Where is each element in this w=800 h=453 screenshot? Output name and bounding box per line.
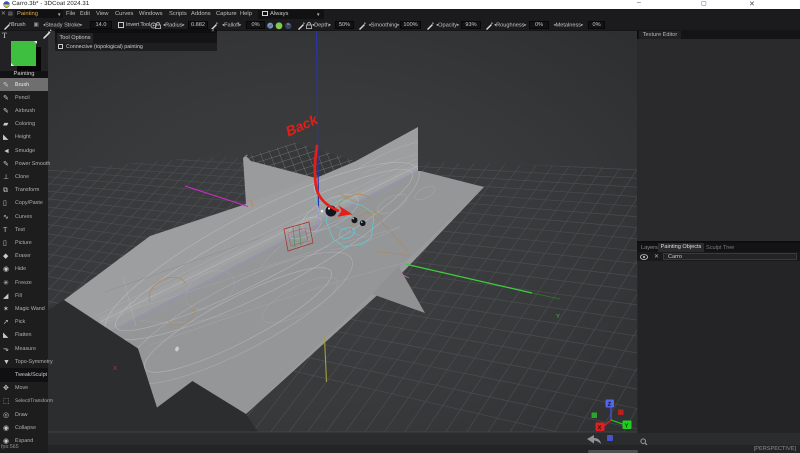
svg-text:X: X bbox=[113, 365, 117, 372]
svg-text:Z: Z bbox=[608, 401, 612, 408]
svg-text:Y: Y bbox=[556, 313, 560, 320]
svg-text:Y: Y bbox=[625, 423, 629, 430]
svg-text:X: X bbox=[598, 425, 602, 432]
